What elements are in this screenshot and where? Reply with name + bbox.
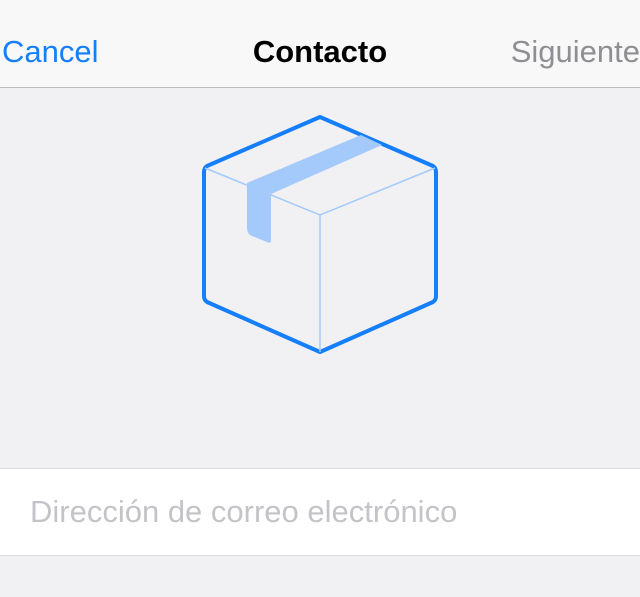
navigation-bar: Cancel Contacto Siguiente bbox=[0, 0, 640, 88]
next-button[interactable]: Siguiente bbox=[511, 34, 640, 70]
email-field[interactable] bbox=[30, 469, 620, 555]
package-box-icon bbox=[202, 115, 438, 354]
email-field-row bbox=[0, 468, 640, 556]
